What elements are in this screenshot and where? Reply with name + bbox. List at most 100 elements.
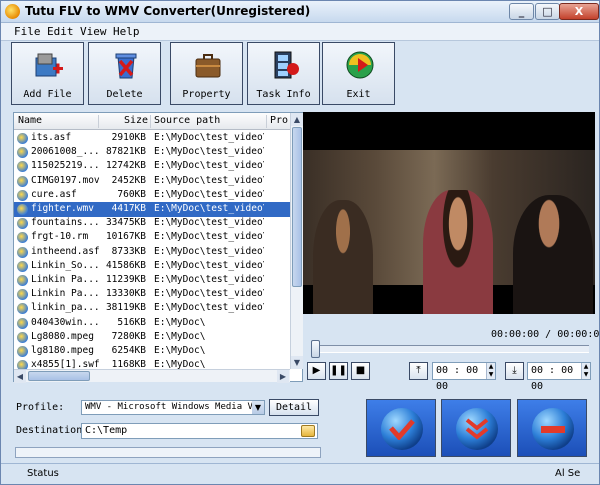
stop-button[interactable]: ■ [351, 362, 370, 380]
file-name: 115025219... [31, 160, 100, 172]
file-row[interactable]: Lg8080.mpeg 7280KB E:\MyDoc\ [14, 330, 290, 345]
menu-file[interactable]: File [14, 25, 41, 38]
file-source-path: E:\MyDoc\test_video\ [154, 174, 264, 186]
file-size: 6254KB [111, 345, 146, 356]
file-name: CIMG0197.mov [31, 174, 100, 186]
file-row[interactable]: Linkin Pa... 11239KB E:\MyDoc\test_video\ [14, 273, 290, 288]
menu-bar: File Edit View Help [1, 23, 599, 41]
column-header-source-path[interactable]: Source path [154, 115, 264, 126]
video-file-icon [17, 232, 28, 244]
delete-icon [115, 53, 137, 79]
close-button[interactable]: X [559, 3, 599, 20]
stop-convert-button[interactable] [517, 399, 587, 457]
set-start-button[interactable]: ⤒ [409, 362, 428, 380]
file-row[interactable]: CIMG0197.mov 2452KB E:\MyDoc\test_video\ [14, 174, 290, 189]
exit-label: Exit [346, 89, 371, 100]
exit-button[interactable]: Exit [322, 42, 395, 105]
task-info-label: Task Info [256, 89, 311, 100]
file-size: 7280KB [111, 330, 146, 342]
scroll-left-arrow-icon[interactable]: ◀ [14, 370, 26, 383]
file-source-path: E:\MyDoc\test_video\ [154, 217, 264, 229]
video-file-icon [17, 346, 28, 357]
file-size: 2452KB [111, 174, 146, 186]
file-size: 12742KB [105, 160, 146, 172]
minimize-button[interactable]: _ [509, 3, 534, 20]
profile-label: Profile: [16, 402, 65, 413]
double-chevron-down-icon [465, 418, 489, 440]
destination-field[interactable]: C:\Temp [81, 423, 318, 439]
file-row[interactable]: Linkin_So... 41586KB E:\MyDoc\test_video\ [14, 259, 290, 274]
set-end-button[interactable]: ⤓ [505, 362, 524, 380]
file-row[interactable]: Linkin Pa... 13330KB E:\MyDoc\test_video\ [14, 287, 290, 302]
destination-label: Destination: [16, 425, 89, 436]
file-name: Linkin Pa... [31, 288, 100, 300]
file-size: 33475KB [105, 217, 146, 229]
file-row[interactable]: fighter.wmv 4417KB E:\MyDoc\test_video\ [14, 202, 290, 217]
scroll-down-arrow-icon[interactable]: ▼ [291, 356, 303, 369]
file-row[interactable]: frgt-10.rm 10167KB E:\MyDoc\test_video\ [14, 230, 290, 245]
file-name: fighter.wmv [31, 203, 94, 214]
end-time-input[interactable]: 00 : 00 : 00 ▲ ▼ [527, 362, 591, 392]
maximize-button[interactable]: □ [535, 3, 560, 20]
file-name: Linkin_So... [31, 259, 100, 271]
scroll-up-arrow-icon[interactable]: ▲ [291, 113, 303, 126]
add-file-button[interactable]: Add File [11, 42, 84, 105]
file-row[interactable]: lg8180.mpeg 6254KB E:\MyDoc\ [14, 344, 290, 359]
file-row[interactable]: 20061008_... 87821KB E:\MyDoc\test_video\ [14, 145, 290, 160]
video-file-icon [17, 175, 28, 187]
file-row[interactable]: fountains... 33475KB E:\MyDoc\test_video\ [14, 216, 290, 231]
file-row[interactable]: linkin_pa... 38119KB E:\MyDoc\test_video\ [14, 301, 290, 316]
video-figure [313, 200, 373, 314]
file-name: fountains... [31, 217, 100, 229]
file-row[interactable]: cure.asf 760KB E:\MyDoc\test_video\ [14, 188, 290, 203]
file-list[interactable]: Name Size Source path Pro its.asf 2910KB E… [13, 112, 303, 383]
convert-selected-button[interactable] [441, 399, 511, 457]
property-button[interactable]: Property [170, 42, 243, 105]
start-time-spinner-icon[interactable]: ▲ ▼ [486, 363, 495, 379]
property-icon [195, 54, 221, 78]
scroll-right-arrow-icon[interactable]: ▶ [277, 370, 289, 383]
play-button[interactable]: ▶ [307, 362, 326, 380]
add-file-label: Add File [23, 89, 72, 100]
end-time-spinner-icon[interactable]: ▲ ▼ [581, 363, 590, 379]
status-right-text: Al Se [555, 468, 581, 479]
pause-button[interactable]: ❚❚ [329, 362, 348, 380]
seek-slider[interactable] [311, 340, 589, 358]
delete-button[interactable]: Delete [88, 42, 161, 105]
video-figure [423, 190, 493, 314]
task-info-icon [274, 51, 299, 79]
chevron-down-icon[interactable]: ▼ [252, 401, 264, 414]
seek-slider-knob[interactable] [311, 340, 320, 358]
file-name: Lg8080.mpeg [31, 330, 94, 342]
destination-value: C:\Temp [85, 425, 128, 436]
file-row[interactable]: 115025219... 12742KB E:\MyDoc\test_video\ [14, 159, 290, 174]
column-header-name[interactable]: Name [18, 115, 98, 126]
detail-button[interactable]: Detail [269, 399, 319, 416]
file-row[interactable]: 040430win... 516KB E:\MyDoc\ [14, 316, 290, 331]
horizontal-scroll-thumb[interactable] [28, 371, 90, 381]
start-time-input[interactable]: 00 : 00 : 00 ▲ ▼ [432, 362, 496, 392]
file-list-vertical-scrollbar[interactable]: ▲ ▼ [290, 113, 303, 369]
file-list-horizontal-scrollbar[interactable]: ◀ ▶ [14, 369, 290, 383]
file-source-path: E:\MyDoc\ [154, 345, 206, 356]
file-size: 11239KB [105, 274, 146, 285]
menu-help[interactable]: Help [113, 25, 140, 38]
video-file-icon [17, 161, 28, 173]
column-header-progress[interactable]: Pro [270, 115, 290, 126]
task-info-button[interactable]: Task Info [247, 42, 320, 105]
file-name: cure.asf [31, 188, 77, 200]
menu-edit[interactable]: Edit [47, 25, 74, 38]
video-preview [303, 112, 595, 314]
app-window: Tutu FLV to WMV Converter(Unregistered) … [0, 0, 600, 485]
convert-button[interactable] [366, 399, 436, 457]
property-label: Property [182, 89, 231, 100]
profile-select[interactable]: WMV - Microsoft Windows Media Video ▼ [81, 400, 265, 415]
menu-view[interactable]: View [80, 25, 107, 38]
video-file-icon [17, 289, 28, 301]
playback-time: 00:00:00 / 00:00:00 [491, 329, 600, 340]
video-file-icon [17, 133, 28, 144]
vertical-scroll-thumb[interactable] [292, 127, 302, 287]
file-row[interactable]: its.asf 2910KB E:\MyDoc\test_video\ [14, 131, 290, 146]
browse-folder-icon[interactable] [301, 425, 315, 437]
file-row[interactable]: intheend.asf 8733KB E:\MyDoc\test_video\ [14, 245, 290, 260]
